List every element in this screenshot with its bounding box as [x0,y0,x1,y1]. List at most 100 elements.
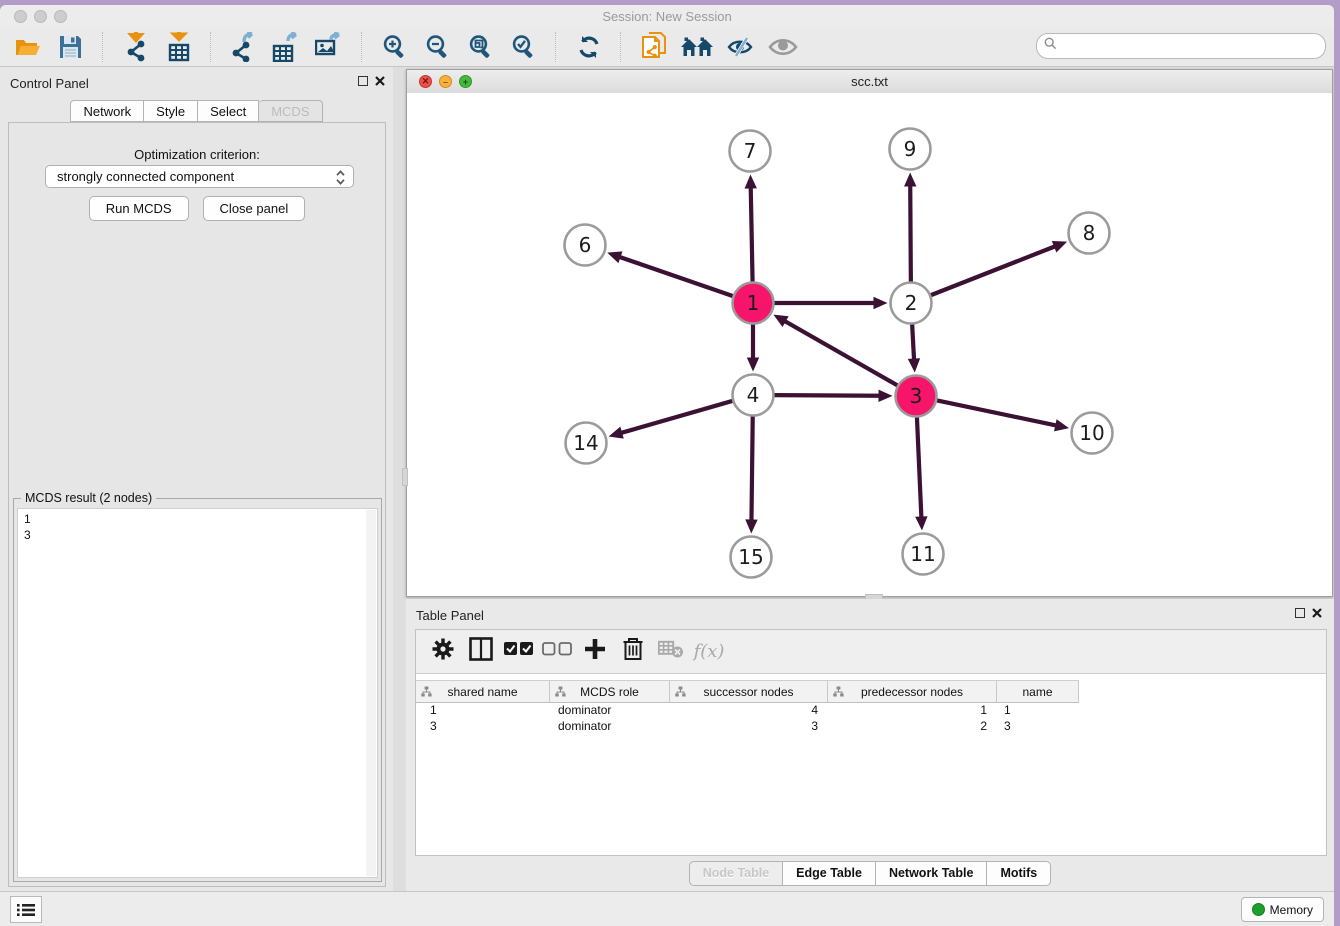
delete-column-icon [623,637,643,666]
select-all-button[interactable] [500,634,538,670]
cell-shared-name[interactable]: 1 [416,702,550,718]
network-graph[interactable]: 1234678910111415 [407,93,1332,596]
cell-predecessor-nodes[interactable]: 1 [828,702,997,718]
tab-mcds[interactable]: MCDS [259,100,322,122]
edge-1-7[interactable] [751,186,753,281]
zoom-out-button[interactable] [416,30,459,64]
edge-arrowhead [878,390,892,402]
graph-node-label: 7 [744,139,757,163]
memory-button[interactable]: Memory [1241,897,1324,922]
column-header-name[interactable]: name [997,681,1079,702]
export-table-button[interactable] [265,30,308,64]
search-icon [1044,37,1057,55]
column-header-shared-name[interactable]: shared name [416,681,550,702]
export-image-button[interactable] [308,30,351,64]
mcds-result-text[interactable]: 13 [17,508,378,878]
network-canvas[interactable]: 1234678910111415 [407,93,1332,596]
task-history-button[interactable] [10,896,42,923]
edge-arrowhead [1052,241,1067,253]
split-view-button[interactable] [462,634,500,670]
cell-shared-name[interactable]: 3 [416,718,550,734]
close-panel-button[interactable]: Close panel [203,196,306,221]
edge-2-8[interactable] [931,246,1056,295]
tab-edge-table[interactable]: Edge Table [783,861,876,886]
home-icon [680,35,714,59]
cell-name[interactable]: 1 [997,702,1079,718]
close-table-panel-icon[interactable] [1312,608,1322,618]
edge-3-11[interactable] [917,417,921,518]
toolbar-group [367,30,551,64]
zoom-selected-button[interactable] [502,30,545,64]
deselect-all-button[interactable] [538,634,576,670]
column-header-predecessor-nodes[interactable]: predecessor nodes [828,681,997,702]
open-folder-button[interactable] [6,30,49,64]
export-network-icon [230,32,258,62]
float-table-panel-icon[interactable] [1295,608,1305,618]
splitter-handle-vertical[interactable] [402,468,408,486]
toolbar-group [561,30,616,64]
table-row[interactable]: 3dominator323 [416,718,1079,734]
edge-4-15[interactable] [751,416,752,521]
tab-motifs[interactable]: Motifs [987,861,1051,886]
session-share-button[interactable] [632,30,675,64]
float-panel-icon[interactable] [358,76,368,86]
edge-2-3[interactable] [912,324,914,360]
column-header-successor-nodes[interactable]: successor nodes [670,681,828,702]
edge-2-9[interactable] [910,184,911,281]
edge-3-10[interactable] [937,400,1057,425]
column-header-MCDS-role[interactable]: MCDS role [550,681,670,702]
tab-network[interactable]: Network [70,100,144,122]
hide-eye-button[interactable] [718,30,761,64]
edge-3-1[interactable] [784,321,897,386]
tab-network-table[interactable]: Network Table [876,861,988,886]
search-input[interactable] [1061,36,1325,56]
toolbar-separator [102,32,104,62]
mcds-result-line: 3 [24,527,377,543]
zoom-fit-button[interactable] [459,30,502,64]
graph-node-label: 3 [910,384,923,408]
refresh-layout-button[interactable] [567,30,610,64]
tab-select[interactable]: Select [198,100,259,122]
titlebar: Session: New Session [0,5,1334,29]
criterion-dropdown[interactable]: strongly connected component [45,165,354,188]
cell-predecessor-nodes[interactable]: 2 [828,718,997,734]
import-network-button[interactable] [114,30,157,64]
import-table-button[interactable] [157,30,200,64]
toolbar-separator [210,32,212,62]
toolbar-group [216,30,357,64]
table-container: f(x) shared nameMCDS rolesuccessor nodes… [415,629,1327,856]
result-scrollbar[interactable] [366,510,376,876]
edge-4-14[interactable] [620,401,732,433]
show-eye-icon [768,36,798,58]
tab-style[interactable]: Style [144,100,198,122]
main-toolbar [0,28,1334,67]
gear-button[interactable] [424,634,462,670]
add-column-button[interactable] [576,634,614,670]
cell-successor-nodes[interactable]: 4 [670,702,828,718]
tab-node-table[interactable]: Node Table [689,861,783,886]
save-session-button[interactable] [49,30,92,64]
home-button[interactable] [675,30,718,64]
delete-table-button [652,634,690,670]
edge-4-3[interactable] [774,395,880,396]
cell-successor-nodes[interactable]: 3 [670,718,828,734]
delete-column-button[interactable] [614,634,652,670]
node-table[interactable]: shared nameMCDS rolesuccessor nodesprede… [416,674,1326,855]
run-mcds-button[interactable]: Run MCDS [89,196,189,221]
hierarchy-icon [675,686,686,700]
table-row[interactable]: 1dominator411 [416,702,1079,718]
edge-arrowhead [747,358,759,372]
cell-MCDS-role[interactable]: dominator [550,718,670,734]
graph-node-label: 11 [910,542,935,566]
show-eye-button[interactable] [761,30,804,64]
gear-icon [431,637,455,666]
edge-arrowhead [745,519,757,533]
search-field[interactable] [1036,33,1326,59]
cell-name[interactable]: 3 [997,718,1079,734]
cell-MCDS-role[interactable]: dominator [550,702,670,718]
edge-1-6[interactable] [619,257,733,296]
hierarchy-icon [421,686,432,700]
zoom-in-button[interactable] [373,30,416,64]
close-panel-icon[interactable] [375,76,385,86]
export-network-button[interactable] [222,30,265,64]
